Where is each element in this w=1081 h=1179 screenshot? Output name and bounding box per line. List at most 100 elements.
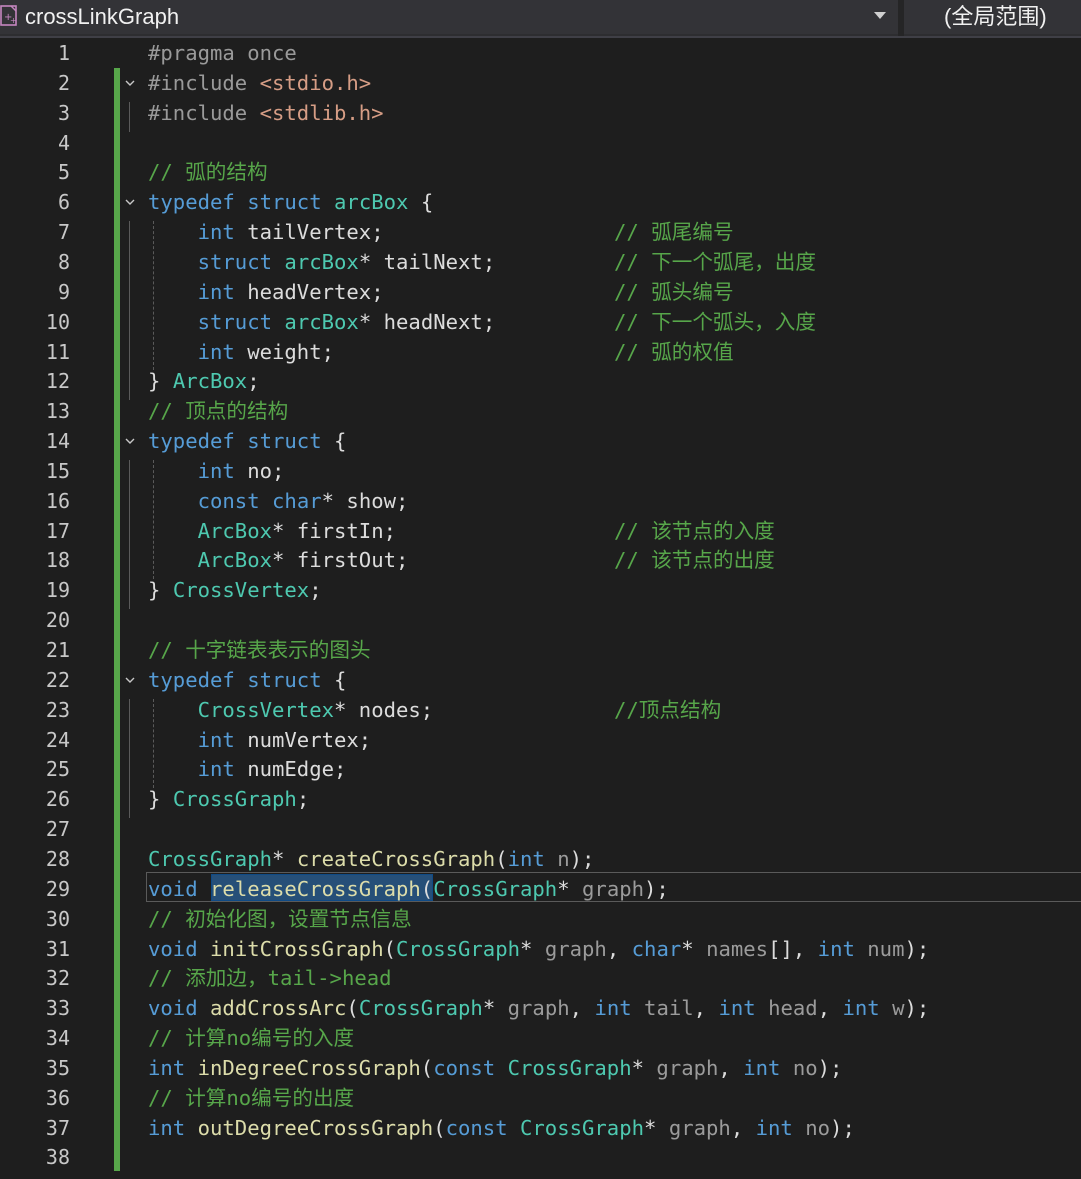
line-number: 36: [45, 1085, 70, 1110]
line-number: 28: [45, 846, 70, 871]
code-line[interactable]: 6 typedef struct arcBox {: [0, 187, 1081, 217]
code-line[interactable]: 37 int outDegreeCrossGraph(const CrossGra…: [0, 1113, 1081, 1143]
code-token: // 顶点的结构: [148, 399, 289, 424]
code-line[interactable]: 14 typedef struct {: [0, 426, 1081, 456]
code-line[interactable]: 12} ArcBox;: [0, 366, 1081, 396]
code-token: {: [321, 667, 347, 692]
code-line[interactable]: 10 struct arcBox* headNext; // 下一个弧头，入度: [0, 307, 1081, 337]
code-line[interactable]: 11 int weight; // 弧的权值: [0, 337, 1081, 367]
code-line[interactable]: 2 #include <stdio.h>: [0, 68, 1081, 98]
code-line[interactable]: 21 // 十字链表表示的图头: [0, 635, 1081, 665]
code-text: const char* show;: [148, 486, 409, 516]
code-line[interactable]: 16 const char* show;: [0, 486, 1081, 516]
code-editor[interactable]: 1 #pragma once 2 #include <stdio.h> 3 #includ…: [0, 38, 1081, 1179]
code-text: #pragma once: [148, 38, 297, 68]
code-text: int inDegreeCrossGraph(const CrossGraph*…: [148, 1053, 842, 1083]
code-line[interactable]: 19} CrossVertex;: [0, 575, 1081, 605]
code-token: #include: [148, 70, 260, 95]
code-token: weight;: [234, 339, 335, 364]
code-line[interactable]: 7 int tailVertex; // 弧尾编号: [0, 217, 1081, 247]
indent-guide: [153, 459, 154, 580]
code-line[interactable]: 20: [0, 605, 1081, 635]
fold-chevron-icon[interactable]: [123, 673, 137, 687]
code-token: int: [842, 996, 880, 1021]
code-token: createCrossGraph: [296, 846, 496, 871]
code-token: <stdlib.h>: [259, 100, 384, 125]
code-line[interactable]: 23 CrossVertex* nodes; //顶点结构: [0, 695, 1081, 725]
code-line[interactable]: 38: [0, 1142, 1081, 1172]
code-token: (: [383, 936, 397, 961]
code-text: // 顶点的结构: [148, 396, 288, 426]
code-line[interactable]: 24 int numVertex;: [0, 725, 1081, 755]
line-number: 32: [45, 966, 70, 991]
code-token: }: [148, 369, 173, 394]
inline-comment: // 弧头编号: [614, 279, 734, 304]
line-number: 38: [45, 1145, 70, 1170]
fold-chevron-icon[interactable]: [123, 195, 137, 209]
code-line[interactable]: 29 void releaseCrossGraph(CrossGraph* gra…: [0, 874, 1081, 904]
code-token: graph: [668, 1115, 731, 1140]
code-token: typedef: [148, 190, 235, 215]
code-line[interactable]: 33 void addCrossArc(CrossGraph* graph, in…: [0, 993, 1081, 1023]
code-line[interactable]: 30 // 初始化图，设置节点信息: [0, 904, 1081, 934]
code-text: // 计算no编号的入度: [148, 1023, 354, 1053]
code-token: ArcBox: [197, 518, 273, 543]
fold-chevron-icon[interactable]: [123, 434, 137, 448]
indent-guide: [153, 698, 154, 789]
code-token: CrossVertex: [172, 578, 310, 603]
code-line[interactable]: 17 ArcBox* firstIn; // 该节点的入度: [0, 516, 1081, 546]
inline-comment: // 下一个弧尾，出度: [614, 249, 816, 274]
code-text: int weight;: [148, 337, 334, 367]
code-token: }: [148, 787, 173, 812]
line-number: 24: [45, 727, 70, 752]
code-line[interactable]: 3 #include <stdlib.h>: [0, 98, 1081, 128]
code-line[interactable]: 27: [0, 814, 1081, 844]
code-line[interactable]: 31 void initCrossGraph(CrossGraph* graph,…: [0, 934, 1081, 964]
code-line[interactable]: 34 // 计算no编号的入度: [0, 1023, 1081, 1053]
code-line[interactable]: 1 #pragma once: [0, 38, 1081, 68]
code-token: ;: [247, 369, 260, 394]
code-line[interactable]: 22 typedef struct {: [0, 665, 1081, 695]
member-scope-dropdown[interactable]: (全局范围): [904, 0, 1081, 34]
code-line[interactable]: 32 // 添加边，tail->head: [0, 963, 1081, 993]
code-line[interactable]: 28 CrossGraph* createCrossGraph(int n);: [0, 844, 1081, 874]
code-token: names: [706, 936, 769, 961]
code-text: int no;: [148, 456, 285, 486]
code-token: // 计算no编号的出度: [148, 1085, 355, 1110]
code-token: CrossVertex: [197, 697, 334, 722]
code-line[interactable]: 9 int headVertex; // 弧头编号: [0, 277, 1081, 307]
code-token: *: [631, 1055, 657, 1080]
code-text: int headVertex;: [148, 277, 384, 307]
code-line[interactable]: 4: [0, 128, 1081, 158]
fold-chevron-icon[interactable]: [123, 76, 137, 90]
chevron-down-icon[interactable]: [874, 12, 886, 19]
code-line[interactable]: 25 int numEdge;: [0, 754, 1081, 784]
code-line[interactable]: 26} CrossGraph;: [0, 784, 1081, 814]
line-number: 29: [45, 876, 70, 901]
code-text: int tailVertex;: [148, 217, 384, 247]
code-text: CrossGraph* createCrossGraph(int n);: [148, 844, 594, 874]
line-number: 19: [45, 578, 70, 603]
code-line[interactable]: 15 int no;: [0, 456, 1081, 486]
file-scope-dropdown[interactable]: + + crossLinkGraph: [0, 0, 898, 34]
line-number: 3: [57, 100, 70, 125]
code-token: #pragma once: [148, 41, 297, 65]
code-line[interactable]: 13 // 顶点的结构: [0, 396, 1081, 426]
code-text: ArcBox* firstIn;: [148, 516, 396, 546]
code-text: void initCrossGraph(CrossGraph* graph, c…: [148, 934, 929, 964]
code-line[interactable]: 5 // 弧的结构: [0, 157, 1081, 187]
code-token: arcBox: [284, 309, 359, 334]
code-line[interactable]: 35 int inDegreeCrossGraph(const CrossGrap…: [0, 1053, 1081, 1083]
code-line[interactable]: 18 ArcBox* firstOut; // 该节点的出度: [0, 545, 1081, 575]
code-token: * tailNext;: [358, 249, 496, 274]
code-line[interactable]: 8 struct arcBox* tailNext; // 下一个弧尾，出度: [0, 247, 1081, 277]
code-line[interactable]: 36 // 计算no编号的出度: [0, 1083, 1081, 1113]
